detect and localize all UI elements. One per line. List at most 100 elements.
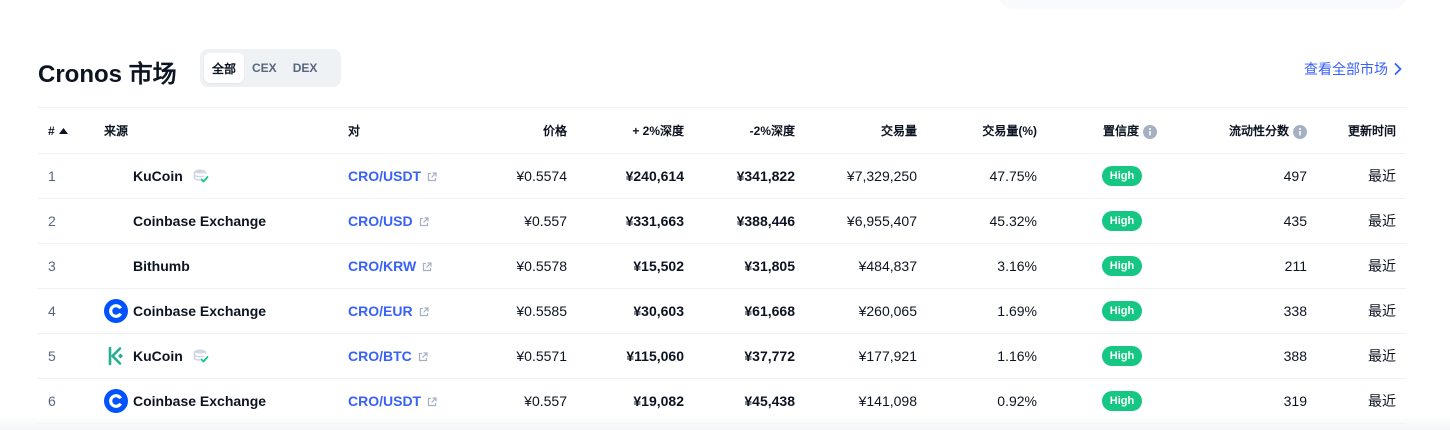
pair-link[interactable]: CRO/USDT	[348, 168, 421, 184]
external-link-icon[interactable]	[419, 217, 429, 227]
liquidity-cell: 497	[1167, 153, 1317, 199]
col-updated-header: 更新时间	[1317, 107, 1406, 154]
confidence-badge: High	[1101, 166, 1143, 186]
info-icon[interactable]	[1293, 124, 1307, 139]
col-price-header[interactable]: 价格	[468, 107, 577, 154]
col-source-header: 来源	[94, 107, 338, 154]
coinbase-logo	[104, 389, 128, 413]
source-cell: KuCoin	[94, 153, 338, 199]
confidence-badge: High	[1101, 301, 1143, 321]
top-panel-edge	[998, 0, 1408, 9]
liquidity-cell: 338	[1167, 288, 1317, 334]
rank-cell: 3	[38, 243, 94, 289]
price-cell: ¥0.5574	[468, 153, 577, 199]
volume-pct-cell: 3.16%	[927, 243, 1047, 289]
volume-cell: ¥260,065	[805, 288, 927, 334]
depth-plus-cell: ¥240,614	[577, 153, 694, 199]
filter-dex-button[interactable]: DEX	[285, 53, 326, 83]
exchange-logo	[104, 344, 128, 368]
exchange-logo	[104, 254, 128, 278]
table-row[interactable]: 4 Coinbase Exchange CRO/EUR ¥0.5585 ¥30,603 ¥…	[38, 288, 1406, 334]
liquidity-cell: 388	[1167, 333, 1317, 379]
external-link-icon[interactable]	[418, 352, 428, 362]
col-pair-header: 对	[338, 107, 468, 154]
col-volume-pct-header[interactable]: 交易量(%)	[927, 107, 1047, 154]
volume-pct-cell: 1.16%	[927, 333, 1047, 379]
col-depth-plus-header[interactable]: + 2%深度	[577, 107, 694, 154]
info-icon[interactable]	[1143, 124, 1157, 139]
pair-cell: CRO/USDT	[338, 153, 468, 199]
pair-link[interactable]: CRO/KRW	[348, 258, 416, 274]
exchange-name-link[interactable]: KuCoin	[133, 168, 183, 184]
pair-link[interactable]: CRO/USDT	[348, 393, 421, 409]
depth-minus-cell: ¥388,446	[694, 198, 805, 244]
confidence-badge: High	[1101, 211, 1143, 231]
table-row[interactable]: 5 KuCoin CRO/BTC ¥0.5571 ¥115,060 ¥37,772 ¥177…	[38, 333, 1406, 379]
exchange-name-link[interactable]: Coinbase Exchange	[133, 393, 266, 409]
filter-cex-button[interactable]: CEX	[244, 53, 285, 83]
pair-cell: CRO/EUR	[338, 288, 468, 334]
confidence-badge: High	[1101, 346, 1143, 366]
depth-minus-cell: ¥341,822	[694, 153, 805, 199]
kucoin-logo	[108, 346, 123, 366]
table-row[interactable]: 3 Bithumb CRO/KRW ¥0.5578 ¥15,502 ¥31,805 ¥484…	[38, 243, 1406, 289]
depth-minus-cell: ¥31,805	[694, 243, 805, 289]
pair-cell: CRO/USD	[338, 198, 468, 244]
exchange-name-link[interactable]: Bithumb	[133, 258, 190, 274]
source-cell: Bithumb	[94, 243, 338, 289]
pair-cell: CRO/BTC	[338, 333, 468, 379]
pair-link[interactable]: CRO/BTC	[348, 348, 412, 364]
confidence-cell: High	[1047, 198, 1167, 244]
exchange-logo	[104, 209, 128, 233]
volume-cell: ¥7,329,250	[805, 153, 927, 199]
col-rank-header[interactable]: #	[38, 107, 94, 154]
external-link-icon[interactable]	[427, 397, 437, 407]
price-cell: ¥0.5578	[468, 243, 577, 289]
table-row[interactable]: 1 KuCoin CRO/USDT ¥0.5574 ¥240,614 ¥341,822 ¥7…	[38, 153, 1406, 199]
confidence-cell: High	[1047, 153, 1167, 199]
confidence-badge: High	[1101, 391, 1143, 411]
price-cell: ¥0.5571	[468, 333, 577, 379]
updated-cell: 最近	[1317, 243, 1406, 289]
exchange-name-link[interactable]: KuCoin	[133, 348, 183, 364]
rank-cell: 1	[38, 153, 94, 199]
col-confidence-header[interactable]: 置信度	[1047, 107, 1167, 154]
external-link-icon[interactable]	[419, 307, 429, 317]
liquidity-cell: 211	[1167, 243, 1317, 289]
verified-database-icon	[193, 169, 209, 183]
volume-cell: ¥6,955,407	[805, 198, 927, 244]
updated-cell: 最近	[1317, 288, 1406, 334]
col-liquidity-header[interactable]: 流动性分数	[1167, 107, 1317, 154]
source-cell: Coinbase Exchange	[94, 198, 338, 244]
sort-up-icon	[58, 128, 68, 135]
rank-cell: 5	[38, 333, 94, 379]
external-link-icon[interactable]	[422, 262, 432, 272]
confidence-cell: High	[1047, 243, 1167, 289]
external-link-icon[interactable]	[427, 172, 437, 182]
confidence-cell: High	[1047, 333, 1167, 379]
col-volume-header[interactable]: 交易量	[805, 107, 927, 154]
pair-link[interactable]: CRO/USD	[348, 213, 413, 229]
filter-all-button[interactable]: 全部	[204, 53, 245, 83]
table-header-row: # 来源 对 价格 + 2%深度 -2%深度 交易量 交易量(%) 置信度 流动…	[38, 107, 1406, 154]
rank-cell: 4	[38, 288, 94, 334]
updated-cell: 最近	[1317, 333, 1406, 379]
exchange-logo	[104, 299, 128, 323]
market-type-filter: 全部 CEX DEX	[200, 49, 341, 87]
markets-table: # 来源 对 价格 + 2%深度 -2%深度 交易量 交易量(%) 置信度 流动…	[38, 107, 1406, 424]
exchange-logo	[104, 164, 128, 188]
view-all-markets-link[interactable]: 查看全部市场	[1304, 59, 1402, 79]
pair-link[interactable]: CRO/EUR	[348, 303, 413, 319]
col-depth-minus-header[interactable]: -2%深度	[694, 107, 805, 154]
volume-pct-cell: 1.69%	[927, 288, 1047, 334]
price-cell: ¥0.557	[468, 198, 577, 244]
verified-database-icon	[193, 349, 209, 363]
markets-header: Cronos 市场 全部 CEX DEX 查看全部市场	[38, 48, 1406, 88]
exchange-logo	[104, 389, 128, 413]
depth-plus-cell: ¥15,502	[577, 243, 694, 289]
exchange-name-link[interactable]: Coinbase Exchange	[133, 213, 266, 229]
table-row[interactable]: 2 Coinbase Exchange CRO/USD ¥0.557 ¥331,663 ¥…	[38, 198, 1406, 244]
exchange-name-link[interactable]: Coinbase Exchange	[133, 303, 266, 319]
volume-cell: ¥484,837	[805, 243, 927, 289]
depth-minus-cell: ¥61,668	[694, 288, 805, 334]
